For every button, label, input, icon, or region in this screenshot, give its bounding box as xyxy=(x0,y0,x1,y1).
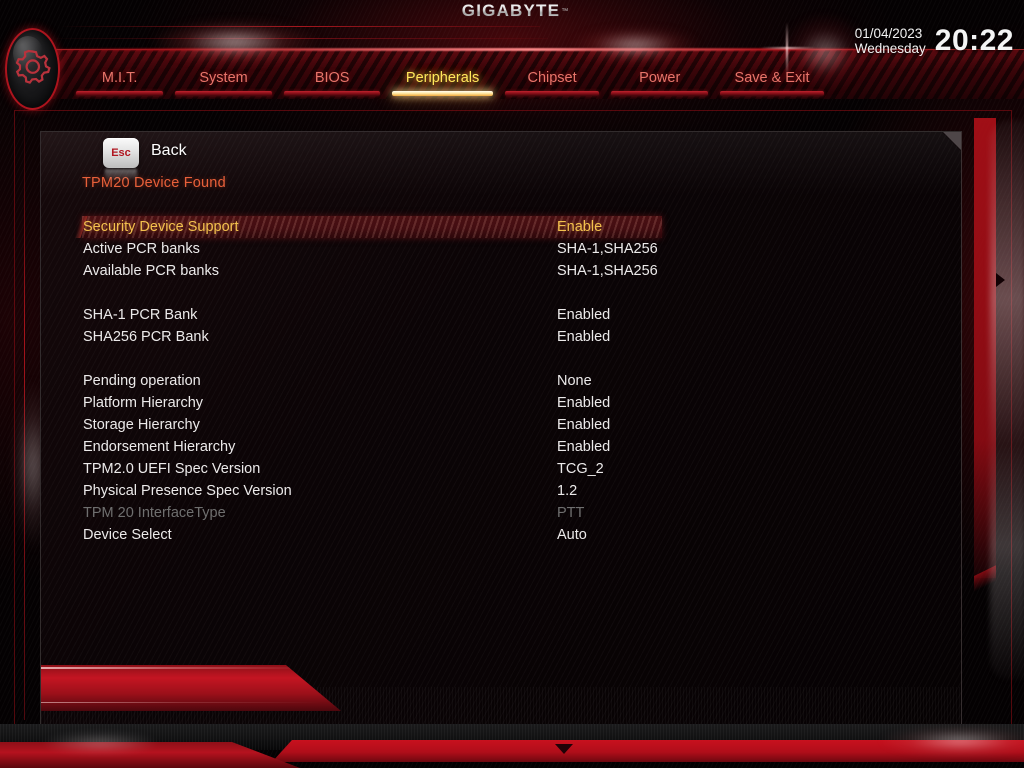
settings-panel: TPM20 Device Found Security Device Suppo… xyxy=(40,131,962,728)
setting-label: Endorsement Hierarchy xyxy=(83,439,236,455)
header: GIGABYTE ™ 01/04/2023 Wednesday 20:22 M.… xyxy=(0,0,1024,110)
header-spark-horizontal xyxy=(760,47,816,49)
setting-row-tpm20-uefi-spec-version[interactable]: TPM2.0 UEFI Spec Version TCG_2 xyxy=(82,458,922,480)
tab-chipset-underline xyxy=(504,91,600,96)
tab-power-label: Power xyxy=(639,70,681,86)
scroll-right-arrow-icon[interactable] xyxy=(996,273,1005,287)
tab-power-underline xyxy=(611,91,709,96)
setting-value: Enabled xyxy=(557,307,611,323)
setting-value: Auto xyxy=(557,527,587,543)
tab-save-exit[interactable]: Save & Exit xyxy=(714,70,830,96)
tab-chipset-label: Chipset xyxy=(527,70,577,86)
esc-key-reflection xyxy=(105,169,137,181)
setting-label: Available PCR banks xyxy=(83,263,219,279)
setting-label: TPM2.0 UEFI Spec Version xyxy=(83,461,261,477)
setting-label: TPM 20 InterfaceType xyxy=(83,505,226,521)
gear-logo-badge xyxy=(5,28,60,110)
tab-bios[interactable]: BIOS xyxy=(278,70,387,96)
section-title: TPM20 Device Found xyxy=(82,175,226,191)
setting-row-available-pcr-banks[interactable]: Available PCR banks SHA-1,SHA256 xyxy=(82,260,922,282)
setting-row-storage-hierarchy[interactable]: Storage Hierarchy Enabled xyxy=(82,414,922,436)
setting-label: Platform Hierarchy xyxy=(83,395,204,411)
tab-mit-underline xyxy=(76,91,164,96)
gear-icon xyxy=(15,49,51,84)
footer-glow-left xyxy=(40,732,160,754)
setting-row-security-device-support[interactable]: Security Device Support Enable xyxy=(82,216,662,238)
setting-row-pending-operation[interactable]: Pending operation None xyxy=(82,370,922,392)
gigabyte-logo: GIGABYTE ™ xyxy=(430,0,600,22)
tab-chipset[interactable]: Chipset xyxy=(499,70,606,96)
setting-label: Device Select xyxy=(83,527,172,543)
setting-value: Enabled xyxy=(557,439,611,455)
tab-peripherals[interactable]: Peripherals xyxy=(386,70,498,96)
setting-value: None xyxy=(557,373,592,389)
setting-row-device-select[interactable]: Device Select Auto xyxy=(82,524,922,546)
tab-peripherals-underline xyxy=(392,91,493,96)
trademark-symbol: ™ xyxy=(561,7,569,15)
back-bar-highlight-bottom xyxy=(41,702,321,703)
setting-row-tpm-20-interfacetype: TPM 20 InterfaceType PTT xyxy=(82,502,922,524)
setting-label: Pending operation xyxy=(83,373,201,389)
header-glow-left xyxy=(150,20,320,64)
setting-label: Security Device Support xyxy=(83,219,239,235)
settings-list: TPM20 Device Found Security Device Suppo… xyxy=(82,172,922,546)
header-spark-vertical xyxy=(786,22,788,76)
header-glow-center xyxy=(570,28,700,62)
setting-value: TCG_2 xyxy=(557,461,604,477)
datetime-display: 01/04/2023 Wednesday 20:22 xyxy=(855,24,1014,58)
gigabyte-logo-text: GIGABYTE xyxy=(461,1,561,20)
setting-value: Enabled xyxy=(557,417,611,433)
setting-value: Enable xyxy=(557,219,603,235)
tab-save-exit-label: Save & Exit xyxy=(734,70,810,86)
tab-mit[interactable]: M.I.T. xyxy=(70,70,169,96)
tab-bios-label: BIOS xyxy=(314,70,350,86)
setting-value: SHA-1,SHA256 xyxy=(557,241,658,257)
setting-label: SHA-1 PCR Bank xyxy=(83,307,198,323)
setting-row-physical-presence-spec-version[interactable]: Physical Presence Spec Version 1.2 xyxy=(82,480,922,502)
setting-label: Storage Hierarchy xyxy=(83,417,200,433)
esc-key-label: Esc xyxy=(111,147,131,159)
setting-value: PTT xyxy=(557,505,585,521)
setting-row-platform-hierarchy[interactable]: Platform Hierarchy Enabled xyxy=(82,392,922,414)
tab-system-label: System xyxy=(199,70,248,86)
back-button-label[interactable]: Back xyxy=(151,142,187,160)
setting-row-endorsement-hierarchy[interactable]: Endorsement Hierarchy Enabled xyxy=(82,436,922,458)
tab-power[interactable]: Power xyxy=(605,70,714,96)
esc-key-cap[interactable]: Esc xyxy=(103,138,139,168)
tab-peripherals-label: Peripherals xyxy=(405,70,480,86)
tab-system[interactable]: System xyxy=(169,70,278,96)
tab-mit-label: M.I.T. xyxy=(101,70,138,86)
nav-tabs: M.I.T. System BIOS Peripherals Chipset P… xyxy=(70,70,830,110)
tab-system-underline xyxy=(175,91,272,96)
setting-value: Enabled xyxy=(557,395,611,411)
date-text: 01/04/2023 xyxy=(854,25,923,41)
weekday-text: Wednesday xyxy=(854,41,926,56)
setting-label: Physical Presence Spec Version xyxy=(83,483,292,499)
setting-label: SHA256 PCR Bank xyxy=(83,329,209,345)
bios-screen: GIGABYTE ™ 01/04/2023 Wednesday 20:22 M.… xyxy=(0,0,1024,768)
setting-row-sha256-pcr-bank[interactable]: SHA256 PCR Bank Enabled xyxy=(82,326,922,348)
time-text: 20:22 xyxy=(934,24,1014,57)
setting-row-active-pcr-banks[interactable]: Active PCR banks SHA-1,SHA256 xyxy=(82,238,922,260)
setting-label: Active PCR banks xyxy=(83,241,200,257)
footer-glow-right xyxy=(880,726,1024,756)
footer xyxy=(0,724,1024,768)
setting-value: Enabled xyxy=(557,329,611,345)
right-edge-glow xyxy=(990,120,1024,680)
scroll-down-arrow-icon[interactable] xyxy=(555,744,573,754)
panel-corner-notch xyxy=(942,132,961,152)
tab-bios-underline xyxy=(283,91,381,96)
setting-value: SHA-1,SHA256 xyxy=(557,263,658,279)
setting-row-sha1-pcr-bank[interactable]: SHA-1 PCR Bank Enabled xyxy=(82,304,922,326)
setting-value: 1.2 xyxy=(557,483,578,499)
back-bar-highlight-top xyxy=(41,667,309,669)
tab-save-exit-underline xyxy=(720,91,825,96)
date-block: 01/04/2023 Wednesday xyxy=(855,26,926,56)
